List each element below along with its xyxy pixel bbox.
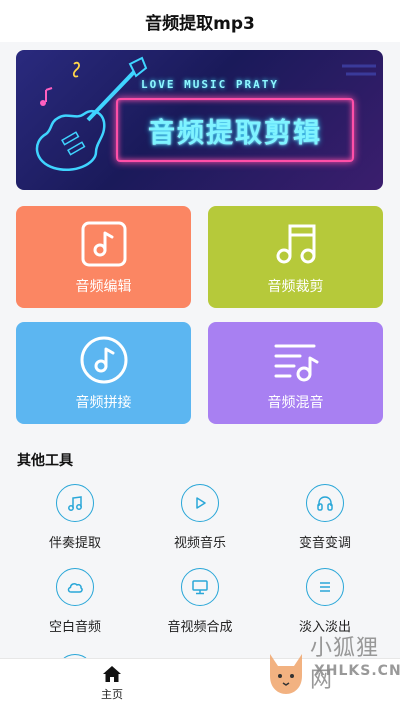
play-icon [181, 484, 219, 522]
tile-label: 音频裁剪 [267, 279, 324, 295]
monitor-icon [181, 568, 219, 606]
banner-tagline: LOVE MUSIC PRATY [141, 78, 279, 91]
other-tools-heading: 其他工具 [17, 453, 73, 469]
watermark: 小狐狸网 XHLKS.CN [270, 628, 400, 708]
tool-blank-audio[interactable]: 空白音频 [15, 568, 135, 638]
tile-audio-edit[interactable]: 音频编辑 [16, 206, 191, 308]
playlist-music-icon [274, 344, 319, 382]
tool-accompaniment-extract[interactable]: 伴奏提取 [15, 484, 135, 554]
tool-label: 伴奏提取 [48, 536, 101, 551]
tool-label: 变音变调 [298, 536, 351, 551]
headphones-icon [306, 484, 344, 522]
music-note-circle-icon [80, 336, 128, 384]
tool-av-merge[interactable]: 音视频合成 [140, 568, 260, 638]
home-icon [103, 666, 121, 682]
tool-label: 音视频合成 [167, 620, 233, 635]
tool-label: 视频音乐 [173, 536, 226, 551]
page-title: 音频提取mp3 [145, 13, 255, 34]
tool-label: 空白音频 [48, 620, 101, 635]
tile-label: 音频拼接 [75, 395, 132, 411]
tile-audio-trim[interactable]: 音频裁剪 [208, 206, 383, 308]
cloud-icon [56, 568, 94, 606]
watermark-cn: 小狐狸网 [310, 636, 380, 693]
app-header: 音频提取mp3 [0, 0, 400, 42]
tool-video-music[interactable]: 视频音乐 [140, 484, 260, 554]
tab-home-label: 主页 [101, 688, 123, 701]
music-note-square-icon [81, 221, 127, 267]
list-icon [306, 568, 344, 606]
watermark-en: XHLKS.CN [314, 663, 400, 679]
fox-logo-icon [270, 654, 302, 694]
banner-title: 音频提取剪辑 [148, 117, 322, 149]
music-notes-icon [56, 484, 94, 522]
tool-voice-change[interactable]: 变音变调 [265, 484, 385, 554]
tile-label: 音频混音 [267, 395, 324, 411]
music-notes-icon [276, 224, 316, 264]
tab-home[interactable]: 主页 [82, 665, 142, 709]
promo-banner[interactable]: LOVE MUSIC PRATY 音频提取剪辑 [16, 50, 383, 190]
tile-label: 音频编辑 [75, 279, 132, 295]
tile-audio-join[interactable]: 音频拼接 [16, 322, 191, 424]
tile-audio-mix[interactable]: 音频混音 [208, 322, 383, 424]
